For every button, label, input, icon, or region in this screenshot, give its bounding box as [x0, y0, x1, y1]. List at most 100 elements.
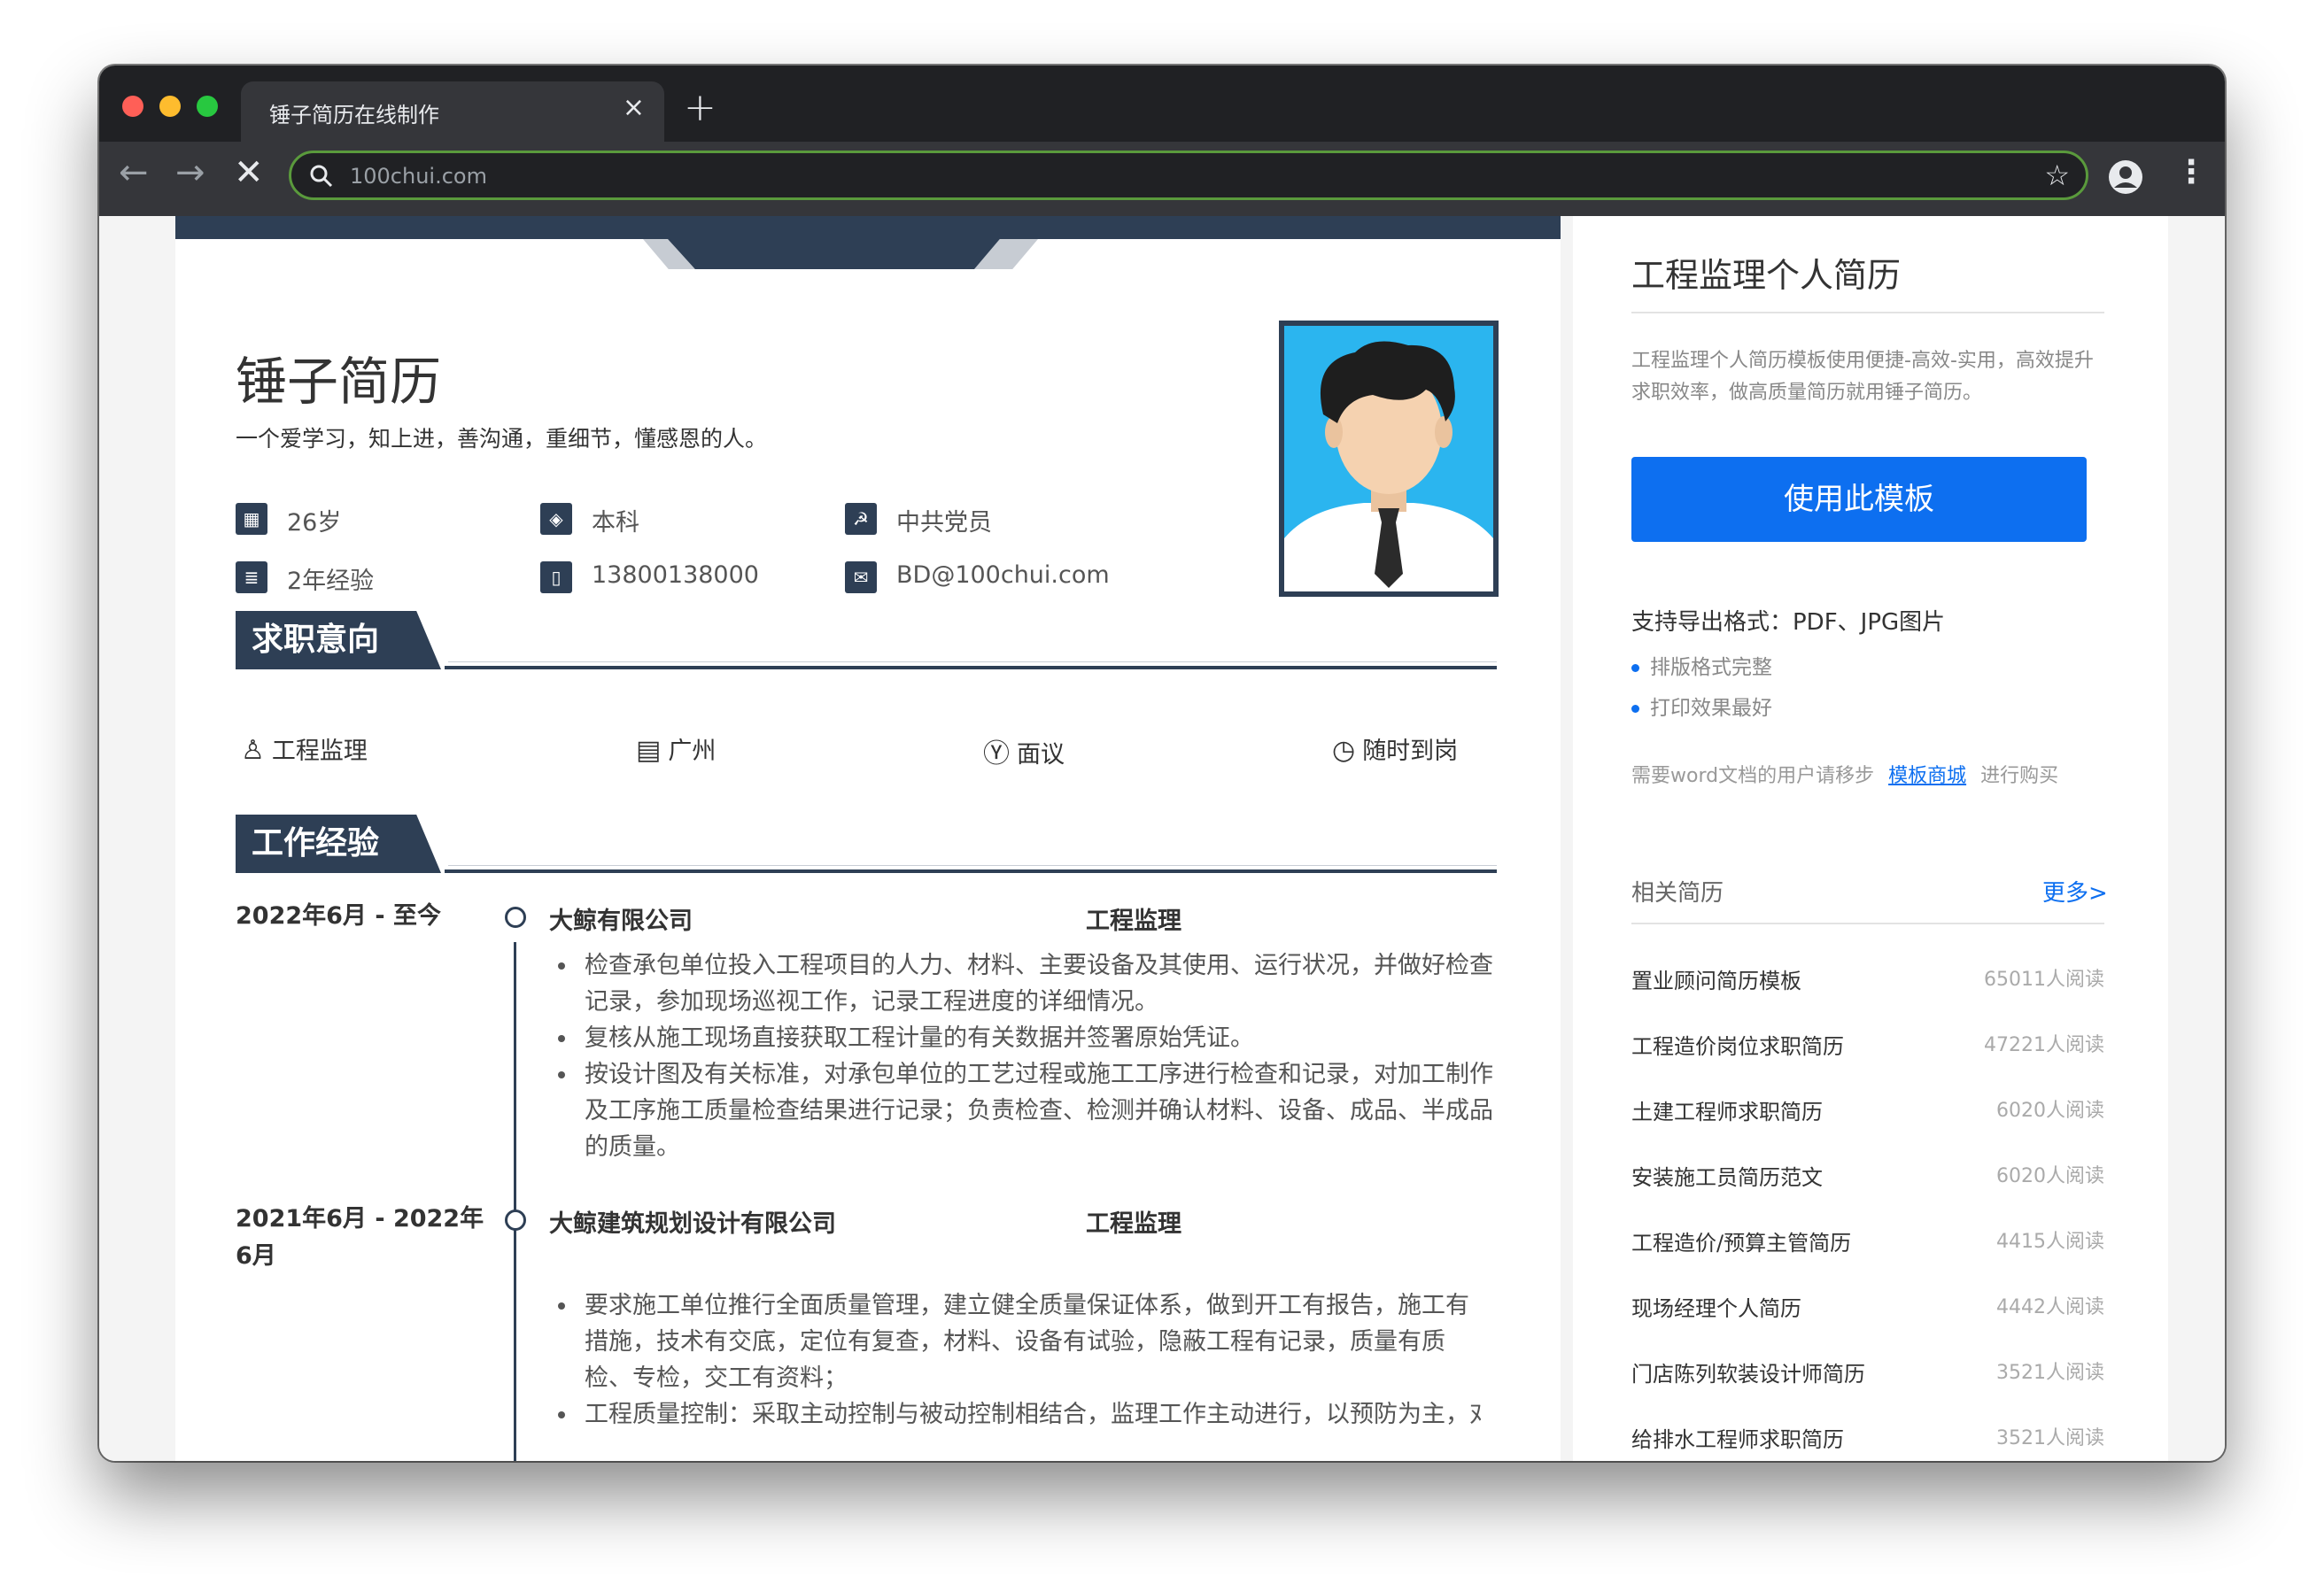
job-date: 2021年6月 - 2022年6月: [236, 1205, 484, 1270]
header-deco: [668, 239, 1010, 269]
related-item[interactable]: 安装施工员简历范文 6020人阅读: [1631, 1160, 2104, 1195]
related-item[interactable]: 工程造价岗位求职简历 47221人阅读: [1631, 1029, 2104, 1064]
use-template-button[interactable]: 使用此模板: [1631, 457, 2087, 542]
tab-bar: 锤子简历在线制作 × +: [99, 66, 2225, 142]
duty-item: 复核从施工现场直接获取工程计量的有关数据并签署原始凭证。: [551, 1020, 1499, 1056]
tie-icon: ♙: [241, 735, 265, 766]
resume-motto: 一个爱学习，知上进，善沟通，重细节，懂感恩的人。: [236, 426, 768, 452]
tab-close-icon[interactable]: ×: [623, 92, 645, 123]
related-item-count: 6020人阅读: [1996, 1165, 2104, 1187]
graduation-cap-icon: ◈: [540, 503, 572, 535]
bookmark-star-icon[interactable]: ☆: [2044, 158, 2070, 192]
related-item-count: 47221人阅读: [1984, 1034, 2104, 1056]
new-tab-button[interactable]: +: [684, 85, 717, 130]
related-item[interactable]: 土建工程师求职简历 6020人阅读: [1631, 1094, 2104, 1130]
related-item-name[interactable]: 给排水工程师求职简历: [1631, 1422, 1844, 1453]
clock-icon: ◷: [1332, 735, 1356, 766]
related-item-count: 4442人阅读: [1996, 1296, 2104, 1318]
resume-name: 锤子简历: [236, 352, 442, 412]
related-item-name[interactable]: 安装施工员简历范文: [1631, 1160, 1823, 1191]
related-item-count: 6020人阅读: [1996, 1100, 2104, 1122]
url-text[interactable]: 100chui.com: [350, 164, 487, 189]
profile-photo: [1279, 321, 1499, 597]
forward-icon[interactable]: →: [175, 152, 205, 193]
related-item-name[interactable]: 土建工程师求职简历: [1631, 1094, 1823, 1125]
feature-bullet: 打印效果最好: [1631, 691, 1772, 721]
address-bar[interactable]: 100chui.com ☆: [289, 151, 2088, 200]
yen-icon: Ⓨ: [983, 738, 1010, 769]
more-menu-icon[interactable]: ⋮: [2175, 154, 2207, 190]
intent-section-title: 求职意向: [236, 611, 441, 669]
word-note-suffix: 进行购买: [1980, 765, 2059, 787]
template-store-link[interactable]: 模板商城: [1888, 765, 1966, 787]
job-duties: 检查承包单位投入工程项目的人力、材料、主要设备及其使用、运行状况，并做好检查记录…: [551, 947, 1499, 1165]
info-age: 26岁: [287, 509, 342, 537]
job-role: 工程监理: [1086, 908, 1181, 935]
related-item-name[interactable]: 工程造价/预算主管简历: [1631, 1225, 1851, 1256]
related-title: 相关简历: [1631, 880, 1724, 907]
maximize-window-button[interactable]: [197, 96, 218, 117]
document-icon: ≣: [236, 561, 267, 593]
duty-item: 按设计图及有关标准，对承包单位的工艺过程或施工工序进行检查和记录，对加工制作及工…: [551, 1056, 1499, 1165]
info-email: BD@100chui.com: [896, 561, 1110, 589]
duty-item: 工程质量控制：采取主动控制与被动控制相结合，监理工作主动进行，以预防为主，对承: [551, 1396, 1481, 1433]
export-formats: 支持导出格式：PDF、JPG图片: [1631, 609, 1946, 636]
info-experience: 2年经验: [287, 568, 375, 595]
info-politics: 中共党员: [896, 509, 992, 537]
close-window-button[interactable]: [122, 96, 143, 117]
work-section-header: 工作经验: [236, 815, 1497, 873]
duty-item: 要求施工单位推行全面质量管理，建立健全质量保证体系，做到开工有报告，施工有措施，…: [551, 1287, 1481, 1396]
browser-tab[interactable]: 锤子简历在线制作 ×: [241, 81, 664, 142]
job-company: 大鲸有限公司: [549, 908, 693, 935]
section-rule: [445, 869, 1497, 873]
stop-loading-icon[interactable]: ✕: [234, 152, 264, 193]
related-item[interactable]: 给排水工程师求职简历 3521人阅读: [1631, 1422, 2104, 1457]
related-item-name[interactable]: 置业顾问简历模板: [1631, 963, 1801, 994]
work-section-title: 工作经验: [236, 815, 441, 873]
minimize-window-button[interactable]: [159, 96, 181, 117]
related-item-count: 3521人阅读: [1996, 1362, 2104, 1384]
job-company: 大鲸建筑规划设计有限公司: [549, 1210, 836, 1238]
intent-availability: ◷ 随时到岗: [1332, 731, 1458, 766]
phone-icon: ▯: [540, 561, 572, 593]
template-description: 工程监理个人简历模板使用便捷-高效-实用，高效提升求职效率，做高质量简历就用锤子…: [1631, 350, 2094, 404]
intent-section-header: 求职意向: [236, 611, 1497, 669]
intent-city-text: 广州: [668, 738, 717, 765]
related-item-name[interactable]: 工程造价岗位求职简历: [1631, 1029, 1844, 1060]
info-phone: 13800138000: [592, 561, 759, 589]
job-duties: 要求施工单位推行全面质量管理，建立健全质量保证体系，做到开工有报告，施工有措施，…: [551, 1287, 1481, 1433]
avatar-illustration: [1284, 326, 1493, 591]
intent-position: ♙ 工程监理: [241, 731, 368, 766]
job-role: 工程监理: [1086, 1210, 1181, 1238]
feature-bullet: 排版格式完整: [1631, 650, 1772, 680]
more-link[interactable]: 更多>: [2042, 875, 2108, 908]
template-sidebar: 工程监理个人简历 工程监理个人简历模板使用便捷-高效-实用，高效提升求职效率，做…: [1573, 216, 2168, 1461]
section-rule: [445, 666, 1497, 669]
mail-icon: ✉: [845, 561, 877, 593]
section-rule-thin: [448, 661, 1497, 662]
back-icon[interactable]: ←: [119, 152, 149, 193]
template-title: 工程监理个人简历: [1631, 256, 1902, 295]
intent-position-text: 工程监理: [271, 738, 368, 765]
word-note-prefix: 需要word文档的用户请移步: [1631, 765, 1875, 787]
header-band: [175, 216, 1561, 239]
intent-salary-text: 面议: [1017, 741, 1065, 769]
profile-avatar-icon[interactable]: [2108, 159, 2143, 195]
related-item-name[interactable]: 现场经理个人简历: [1631, 1291, 1801, 1322]
related-item[interactable]: 现场经理个人简历 4442人阅读: [1631, 1291, 2104, 1326]
related-item-name[interactable]: 门店陈列软装设计师简历: [1631, 1356, 1865, 1387]
related-item[interactable]: 工程造价/预算主管简历 4415人阅读: [1631, 1225, 2104, 1261]
section-rule-thin: [448, 865, 1497, 866]
related-item[interactable]: 置业顾问简历模板 65011人阅读: [1631, 963, 2104, 999]
word-note: 需要word文档的用户请移步 模板商城 进行购买: [1631, 760, 2058, 788]
browser-window: 锤子简历在线制作 × + ← → ✕ 100chui.com ☆ ⋮ 锤子简历 …: [99, 66, 2225, 1461]
intent-salary: Ⓨ 面议: [983, 731, 1065, 770]
intent-availability-text: 随时到岗: [1362, 738, 1459, 765]
related-item-count: 3521人阅读: [1996, 1427, 2104, 1449]
search-icon: [310, 165, 333, 188]
tab-title: 锤子简历在线制作: [269, 103, 439, 128]
job-date: 2022年6月 - 至今: [236, 902, 441, 930]
calendar-icon: ▦: [236, 503, 267, 535]
related-item[interactable]: 门店陈列软装设计师简历 3521人阅读: [1631, 1356, 2104, 1392]
related-item-count: 4415人阅读: [1996, 1231, 2104, 1253]
